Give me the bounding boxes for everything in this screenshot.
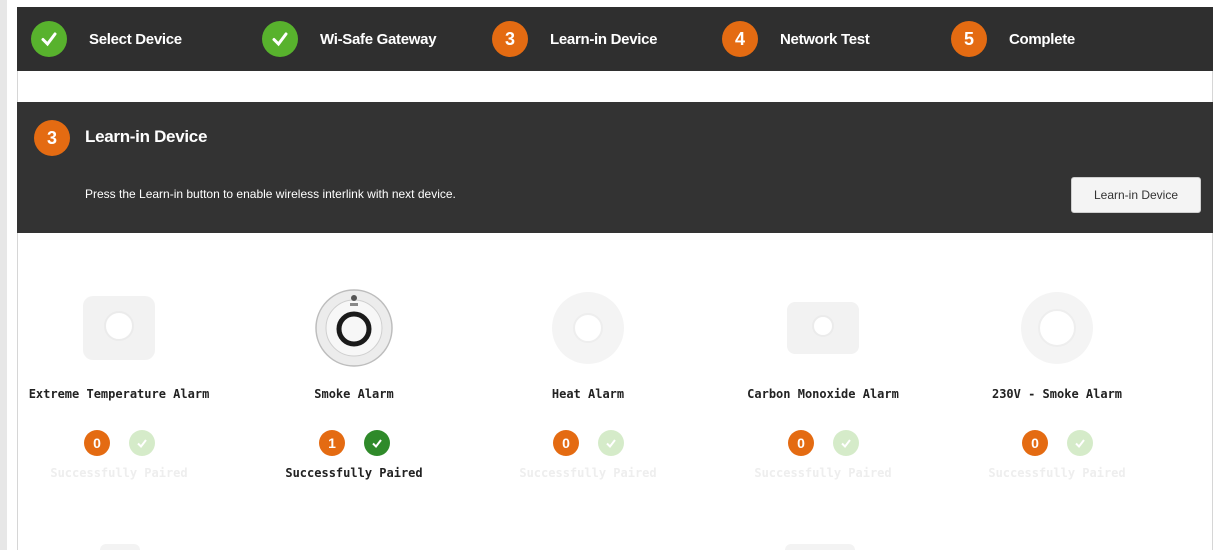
panel-step-badge: 3 [34, 120, 70, 156]
paired-count-badge: 0 [1022, 430, 1048, 456]
step-label: Wi-Safe Gateway [320, 30, 437, 48]
step-complete[interactable]: 5 Complete [951, 7, 1075, 71]
device-name: Heat Alarm [551, 387, 625, 401]
step-label: Network Test [780, 30, 870, 48]
left-rail [0, 0, 7, 550]
paired-check-icon [1067, 430, 1093, 456]
learn-in-panel: 3 Learn-in Device Press the Learn-in but… [17, 102, 1213, 233]
carbon-monoxide-alarm-icon [783, 288, 863, 368]
step-network-test[interactable]: 4 Network Test [722, 7, 870, 71]
paired-status-label: Successfully Paired [988, 466, 1126, 480]
smoke-alarm-230v-icon [1017, 288, 1097, 368]
paired-check-icon [598, 430, 624, 456]
step-wi-safe-gateway[interactable]: Wi-Safe Gateway [262, 7, 437, 71]
step-label: Select Device [89, 30, 182, 48]
step-select-device[interactable]: Select Device [31, 7, 182, 71]
step-label: Learn-in Device [550, 30, 658, 48]
paired-check-icon [129, 430, 155, 456]
paired-status-label: Successfully Paired [50, 466, 188, 480]
paired-count-badge: 0 [553, 430, 579, 456]
device-name: Carbon Monoxide Alarm [747, 387, 899, 401]
step-number-badge: 4 [722, 21, 758, 57]
paired-status-label: Successfully Paired [285, 466, 423, 480]
step-complete-check-icon [262, 21, 298, 57]
paired-check-icon [833, 430, 859, 456]
step-learn-in-device[interactable]: 3 Learn-in Device [492, 7, 658, 71]
next-row-device-image [785, 544, 855, 550]
device-name: Extreme Temperature Alarm [28, 387, 210, 401]
panel-title: Learn-in Device [85, 127, 208, 146]
paired-count-badge: 0 [84, 430, 110, 456]
panel-description: Press the Learn-in button to enable wire… [85, 187, 456, 201]
device-name: Smoke Alarm [314, 387, 394, 401]
learn-in-device-button[interactable]: Learn-in Device [1071, 177, 1201, 213]
heat-alarm-icon [548, 288, 628, 368]
paired-count-badge: 1 [319, 430, 345, 456]
step-number-badge: 5 [951, 21, 987, 57]
next-row-device-image [100, 544, 140, 550]
paired-status-label: Successfully Paired [754, 466, 892, 480]
paired-count-badge: 0 [788, 430, 814, 456]
step-number-badge: 3 [492, 21, 528, 57]
device-name: 230V - Smoke Alarm [991, 387, 1123, 401]
paired-status-label: Successfully Paired [519, 466, 657, 480]
smoke-alarm-icon [314, 288, 394, 368]
step-label: Complete [1009, 30, 1075, 48]
wizard-stepper: Select Device Wi-Safe Gateway 3 Learn-in… [17, 7, 1213, 71]
step-complete-check-icon [31, 21, 67, 57]
extreme-temperature-alarm-icon [79, 288, 159, 368]
paired-check-icon [364, 430, 390, 456]
